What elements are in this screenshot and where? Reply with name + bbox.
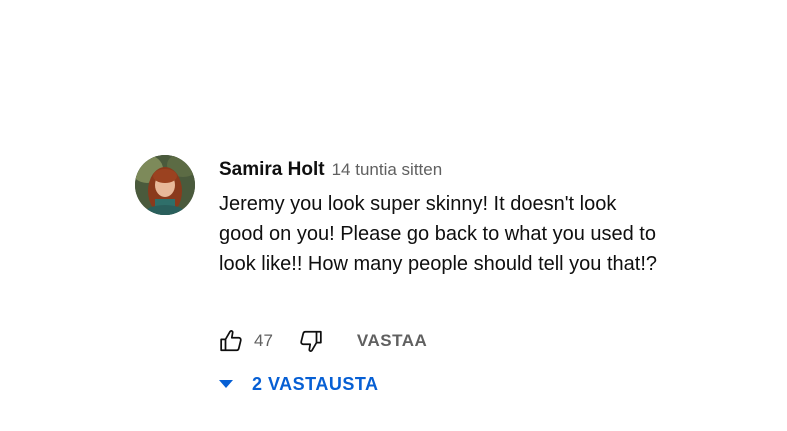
replies-count-label: 2 VASTAUSTA (252, 373, 379, 394)
like-count: 47 (254, 331, 273, 350)
like-button[interactable] (219, 328, 245, 354)
thumbs-down-icon (300, 330, 322, 352)
comment-timestamp[interactable]: 14 tuntia sitten (332, 155, 443, 185)
comment-text: Jeremy you look super skinny! It doesn't… (219, 193, 658, 275)
comment-header: Samira Holt 14 tuntia sitten (219, 155, 669, 185)
avatar-image (135, 155, 195, 215)
user-avatar[interactable] (135, 155, 195, 215)
view-replies-button[interactable]: 2 VASTAUSTA (219, 371, 379, 397)
author-name[interactable]: Samira Holt (219, 155, 325, 185)
comment-body: Samira Holt 14 tuntia sitten Jeremy you … (219, 155, 669, 394)
dislike-button[interactable] (297, 328, 323, 354)
thumbs-up-icon (220, 330, 242, 352)
reply-button[interactable]: VASTAA (357, 331, 427, 351)
comment-actions: 47 VASTAA (219, 327, 427, 355)
caret-down-icon (219, 379, 233, 389)
